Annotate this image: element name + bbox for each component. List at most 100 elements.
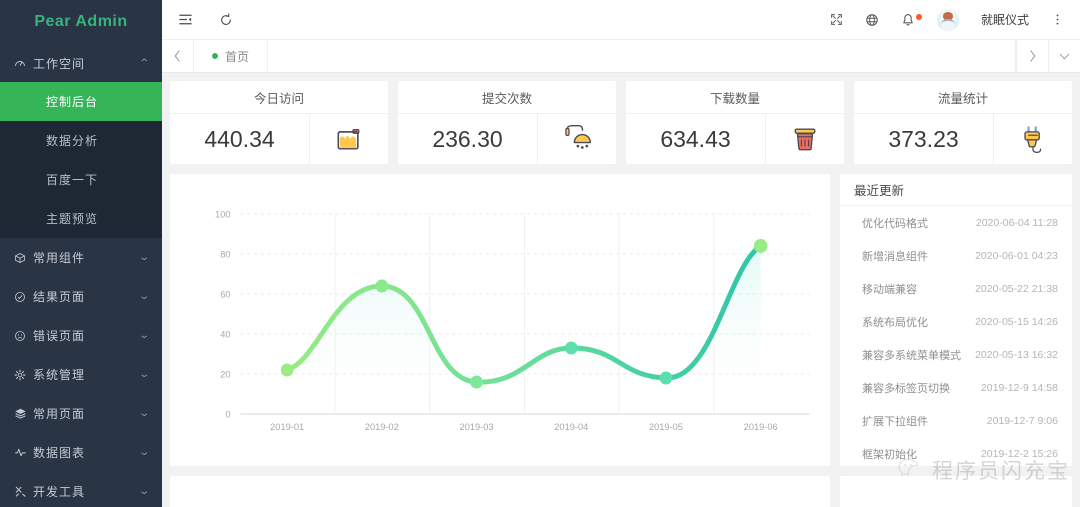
app-root: Pear Admin 工作空间 ⌃ 控制后台 数据分析 百度一下 主题预览 常用… (0, 0, 1080, 507)
username-label[interactable]: 就眠仪式 (981, 11, 1029, 28)
content-area: 今日访问 440.34 提交次数 236.30 下载数量 634.43 流量统计… (162, 73, 1080, 507)
sidebar-item-label: 常用组件 (33, 251, 86, 265)
sidebar-item-label: 错误页面 (33, 329, 86, 343)
tab-bar: 首页 (162, 40, 1080, 73)
update-name: 系统布局优化 (862, 316, 928, 329)
sidebar-item-data-analysis[interactable]: 数据分析 (0, 121, 162, 160)
sidebar-item-system-management[interactable]: 系统管理 ⌄ (0, 355, 162, 394)
sidebar-item-components[interactable]: 常用组件 ⌄ (0, 238, 162, 277)
notification-button[interactable] (901, 13, 922, 27)
stat-value: 373.23 (854, 114, 994, 164)
svg-text:60: 60 (220, 289, 230, 299)
tab-scroll-right[interactable] (1016, 40, 1048, 72)
header-left-controls (162, 12, 233, 27)
svg-text:2019-05: 2019-05 (649, 422, 683, 432)
cube-icon (14, 252, 33, 264)
fullscreen-icon[interactable] (830, 13, 843, 26)
list-item[interactable]: 系统布局优化 2020-05-15 14:26 (840, 305, 1072, 338)
avatar[interactable] (936, 8, 959, 31)
update-name: 兼容多标签页切换 (862, 382, 950, 395)
svg-text:2019-06: 2019-06 (744, 422, 778, 432)
sidebar-subitem-label: 数据分析 (46, 134, 99, 148)
sad-face-icon (14, 330, 33, 342)
sidebar: Pear Admin 工作空间 ⌃ 控制后台 数据分析 百度一下 主题预览 常用… (0, 0, 162, 507)
chevron-down-icon: ⌄ (137, 408, 150, 419)
visits-line-chart[interactable]: 100 80 40 40 20 0 60 (170, 174, 830, 466)
sidebar-item-control-panel[interactable]: 控制后台 (0, 82, 162, 121)
chart-canvas: 100 80 40 40 20 0 60 (209, 209, 810, 432)
shield-check-icon (14, 291, 33, 303)
chevron-down-icon: ⌄ (137, 369, 150, 380)
lower-row: 100 80 40 40 20 0 60 (170, 174, 1072, 466)
sidebar-item-label: 结果页面 (33, 290, 86, 304)
sidebar-item-label: 系统管理 (33, 368, 86, 382)
sidebar-subitem-label: 控制后台 (46, 95, 99, 109)
brand-logo[interactable]: Pear Admin (0, 0, 162, 44)
list-item[interactable]: 移动端兼容 2020-05-22 21:38 (840, 272, 1072, 305)
sidebar-subitem-label: 百度一下 (46, 173, 99, 187)
stat-title: 提交次数 (398, 81, 616, 114)
refresh-icon[interactable] (219, 13, 233, 27)
sidebar-item-workspace[interactable]: 工作空间 ⌃ (0, 44, 162, 82)
update-name: 兼容多系统菜单模式 (862, 349, 961, 362)
vertical-dots-icon[interactable] (1051, 13, 1064, 26)
chevron-up-icon: ⌃ (137, 57, 150, 69)
sidebar-item-result-pages[interactable]: 结果页面 ⌄ (0, 277, 162, 316)
tab-label: 首页 (225, 49, 250, 64)
bottom-card-left-title (170, 476, 830, 485)
recent-updates-card: 最近更新 优化代码格式 2020-06-04 11:28 新增消息组件 2020… (840, 174, 1072, 466)
list-item[interactable]: 优化代码格式 2020-06-04 11:28 (840, 206, 1072, 239)
sidebar-item-error-pages[interactable]: 错误页面 ⌄ (0, 316, 162, 355)
svg-text:40: 40 (220, 329, 230, 339)
update-name: 扩展下拉组件 (862, 415, 928, 428)
chevron-down-icon: ⌄ (137, 330, 150, 341)
bottom-row (170, 476, 1072, 507)
tab-right-controls (1016, 40, 1080, 72)
update-time: 2019-12-2 15:26 (980, 447, 1058, 460)
main-area: 就眠仪式 首页 今日访问 440.34 提交次数 236.30 下载数量 634… (162, 0, 1080, 507)
stat-value: 634.43 (626, 114, 766, 164)
tab-spacer (268, 40, 1016, 72)
svg-text:2019-03: 2019-03 (460, 422, 494, 432)
svg-text:2019-01: 2019-01 (270, 422, 304, 432)
top-header: 就眠仪式 (162, 0, 1080, 40)
plug-icon (994, 123, 1072, 155)
tab-home[interactable]: 首页 (194, 40, 269, 72)
update-time: 2019-12-7 9:06 (986, 414, 1058, 427)
stat-value: 440.34 (170, 114, 310, 164)
list-item[interactable]: 兼容多标签页切换 2019-12-9 14:58 (840, 371, 1072, 404)
stat-title: 今日访问 (170, 81, 388, 114)
list-item[interactable]: 扩展下拉组件 2019-12-7 9:06 (840, 404, 1072, 437)
recent-updates-title: 最近更新 (840, 174, 1072, 206)
paint-bucket-icon (310, 123, 388, 155)
sidebar-item-common-pages[interactable]: 常用页面 ⌄ (0, 394, 162, 433)
globe-icon[interactable] (865, 13, 879, 27)
sidebar-item-data-charts[interactable]: 数据图表 ⌄ (0, 433, 162, 472)
tab-scroll-left[interactable] (162, 40, 194, 72)
sidebar-item-label: 常用页面 (33, 407, 86, 421)
sidebar-item-baidu[interactable]: 百度一下 (0, 160, 162, 199)
sidebar-groups: 常用组件 ⌄ 结果页面 ⌄ 错误页面 ⌄ 系统管理 ⌄ 常用页面 ⌄ 数据图表 … (0, 238, 162, 507)
sidebar-item-theme-preview[interactable]: 主题预览 (0, 199, 162, 238)
update-time: 2020-05-15 14:26 (975, 315, 1058, 328)
svg-text:100: 100 (215, 209, 230, 219)
stat-value: 236.30 (398, 114, 538, 164)
svg-text:0: 0 (225, 409, 230, 419)
tab-dropdown-button[interactable] (1048, 40, 1080, 72)
list-item[interactable]: 兼容多系统菜单模式 2020-05-13 16:32 (840, 338, 1072, 371)
tab-active-dot (212, 53, 218, 59)
sidebar-subitem-label: 主题预览 (46, 212, 99, 226)
chevron-down-icon: ⌄ (137, 252, 150, 263)
list-item[interactable]: 新增消息组件 2020-06-01 04:23 (840, 239, 1072, 272)
header-right-controls: 就眠仪式 (830, 8, 1080, 31)
chevron-down-icon: ⌄ (137, 291, 150, 302)
stat-card-downloads: 下载数量 634.43 (626, 81, 844, 164)
menu-collapse-icon[interactable] (178, 12, 193, 27)
shower-icon (538, 123, 616, 155)
stat-card-traffic: 流量统计 373.23 (854, 81, 1072, 164)
list-item[interactable]: 框架初始化 2019-12-2 15:26 (840, 437, 1072, 466)
chevron-down-icon: ⌄ (137, 447, 150, 458)
trash-bin-icon (766, 123, 844, 155)
update-time: 2020-05-22 21:38 (975, 282, 1058, 295)
sidebar-item-dev-tools[interactable]: 开发工具 ⌄ (0, 472, 162, 507)
